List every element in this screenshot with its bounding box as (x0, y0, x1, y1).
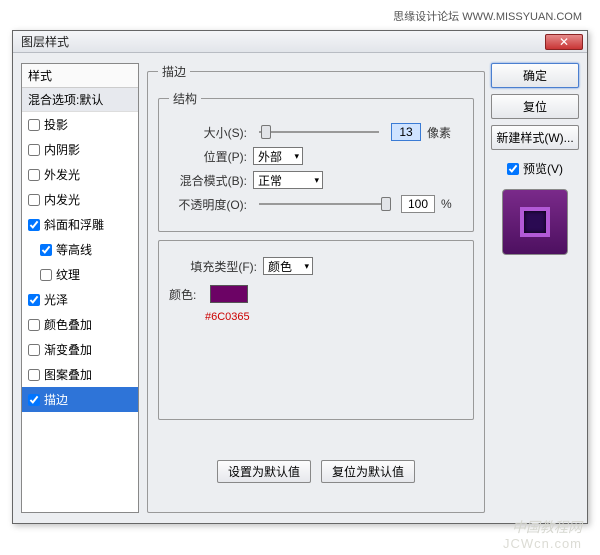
style-item-label: 颜色叠加 (44, 316, 92, 333)
blend-options-row[interactable]: 混合选项:默认 (22, 88, 138, 112)
style-item-label: 斜面和浮雕 (44, 216, 104, 233)
style-item-5[interactable]: 等高线 (22, 237, 138, 262)
preview-thumbnail (502, 189, 568, 255)
opacity-unit: % (441, 197, 452, 211)
style-checkbox[interactable] (40, 269, 52, 281)
style-checkbox[interactable] (40, 244, 52, 256)
style-item-11[interactable]: 描边 (22, 387, 138, 412)
preview-label: 预览(V) (523, 160, 563, 177)
right-panel: 确定 复位 新建样式(W)... 预览(V) (491, 63, 579, 255)
style-checkbox[interactable] (28, 319, 40, 331)
style-item-label: 外发光 (44, 166, 80, 183)
styles-header[interactable]: 样式 (22, 64, 138, 88)
style-item-1[interactable]: 内阴影 (22, 137, 138, 162)
style-item-label: 投影 (44, 116, 68, 133)
slider-handle[interactable] (381, 197, 391, 211)
ok-button[interactable]: 确定 (491, 63, 579, 88)
site-caption: 思缘设计论坛 WWW.MISSYUAN.COM (393, 8, 582, 24)
style-checkbox[interactable] (28, 169, 40, 181)
color-hex: #6C0365 (205, 311, 463, 323)
titlebar: 图层样式 ✕ (13, 31, 587, 53)
opacity-slider[interactable] (259, 203, 389, 205)
color-label: 颜色: (169, 286, 196, 303)
opacity-label: 不透明度(O): (169, 196, 247, 213)
structure-legend: 结构 (169, 90, 201, 107)
cancel-button[interactable]: 复位 (491, 94, 579, 119)
new-style-button[interactable]: 新建样式(W)... (491, 125, 579, 150)
style-item-label: 图案叠加 (44, 366, 92, 383)
blendmode-select[interactable]: 正常 (253, 171, 323, 189)
style-item-label: 光泽 (44, 291, 68, 308)
style-checkbox[interactable] (28, 294, 40, 306)
style-checkbox[interactable] (28, 369, 40, 381)
style-item-3[interactable]: 内发光 (22, 187, 138, 212)
style-item-label: 渐变叠加 (44, 341, 92, 358)
style-checkbox[interactable] (28, 394, 40, 406)
reset-default-button[interactable]: 复位为默认值 (321, 460, 415, 483)
filltype-label: 填充类型(F): (169, 258, 257, 275)
style-item-label: 纹理 (56, 266, 80, 283)
style-checkbox[interactable] (28, 119, 40, 131)
size-label: 大小(S): (169, 124, 247, 141)
style-checkbox[interactable] (28, 144, 40, 156)
set-default-button[interactable]: 设置为默认值 (217, 460, 311, 483)
position-label: 位置(P): (169, 148, 247, 165)
layer-style-dialog: 图层样式 ✕ 样式 混合选项:默认 投影内阴影外发光内发光斜面和浮雕等高线纹理光… (12, 30, 588, 524)
style-item-4[interactable]: 斜面和浮雕 (22, 212, 138, 237)
style-checkbox[interactable] (28, 219, 40, 231)
watermark-url: JCWcn.com (503, 536, 582, 551)
style-item-7[interactable]: 光泽 (22, 287, 138, 312)
style-checkbox[interactable] (28, 344, 40, 356)
preview-checkbox[interactable] (507, 163, 519, 175)
style-item-8[interactable]: 颜色叠加 (22, 312, 138, 337)
dialog-title: 图层样式 (21, 33, 69, 50)
blendmode-label: 混合模式(B): (169, 172, 247, 189)
stroke-panel: 描边 结构 大小(S): 像素 位置(P): 外部 混合模式(B): (147, 63, 485, 513)
style-item-2[interactable]: 外发光 (22, 162, 138, 187)
preview-inner (520, 207, 550, 237)
style-checkbox[interactable] (28, 194, 40, 206)
style-item-10[interactable]: 图案叠加 (22, 362, 138, 387)
color-swatch[interactable] (210, 285, 248, 303)
size-slider[interactable] (259, 131, 379, 133)
style-item-label: 内发光 (44, 191, 80, 208)
opacity-input[interactable] (401, 195, 435, 213)
filltype-select[interactable]: 颜色 (263, 257, 313, 275)
style-item-0[interactable]: 投影 (22, 112, 138, 137)
style-item-label: 等高线 (56, 241, 92, 258)
slider-handle[interactable] (261, 125, 271, 139)
close-button[interactable]: ✕ (545, 34, 583, 50)
style-item-label: 描边 (44, 391, 68, 408)
style-item-9[interactable]: 渐变叠加 (22, 337, 138, 362)
style-item-label: 内阴影 (44, 141, 80, 158)
styles-list: 样式 混合选项:默认 投影内阴影外发光内发光斜面和浮雕等高线纹理光泽颜色叠加渐变… (21, 63, 139, 513)
position-select[interactable]: 外部 (253, 147, 303, 165)
close-icon: ✕ (559, 35, 569, 49)
size-unit: 像素 (427, 124, 451, 141)
style-item-6[interactable]: 纹理 (22, 262, 138, 287)
stroke-legend: 描边 (158, 63, 190, 80)
size-input[interactable] (391, 123, 421, 141)
